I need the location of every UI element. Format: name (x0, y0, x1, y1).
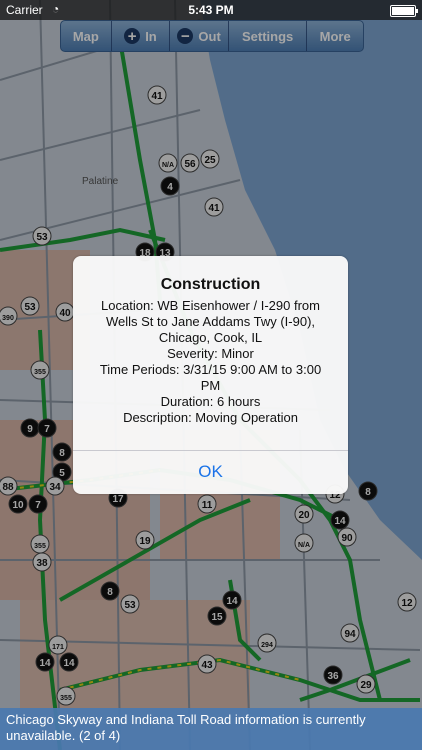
clock: 5:43 PM (188, 3, 234, 17)
status-bar: Carrier ◔ 5:43 PM (0, 0, 422, 20)
alert-line: Severity: Minor (167, 346, 254, 361)
alert-line: Wells St to Jane Addams Twy (I-90), (105, 314, 316, 329)
alert-line: Duration: 6 hours (160, 394, 261, 409)
alert-line: Location: WB Eisenhower / I-290 from (101, 298, 320, 313)
info-banner[interactable]: Chicago Skyway and Indiana Toll Road inf… (0, 708, 422, 750)
ok-button[interactable]: OK (73, 450, 348, 494)
alert-line: Chicago, Cook, IL (158, 330, 263, 345)
incident-alert: Construction Location: WB Eisenhower / I… (73, 256, 348, 494)
battery-icon (390, 5, 418, 17)
alert-line: Time Periods: 3/31/15 9:00 AM to 3:00 (99, 362, 322, 377)
alert-title: Construction (160, 276, 261, 293)
alert-line: PM (200, 378, 221, 393)
alert-line: Description: Moving Operation (123, 410, 298, 425)
